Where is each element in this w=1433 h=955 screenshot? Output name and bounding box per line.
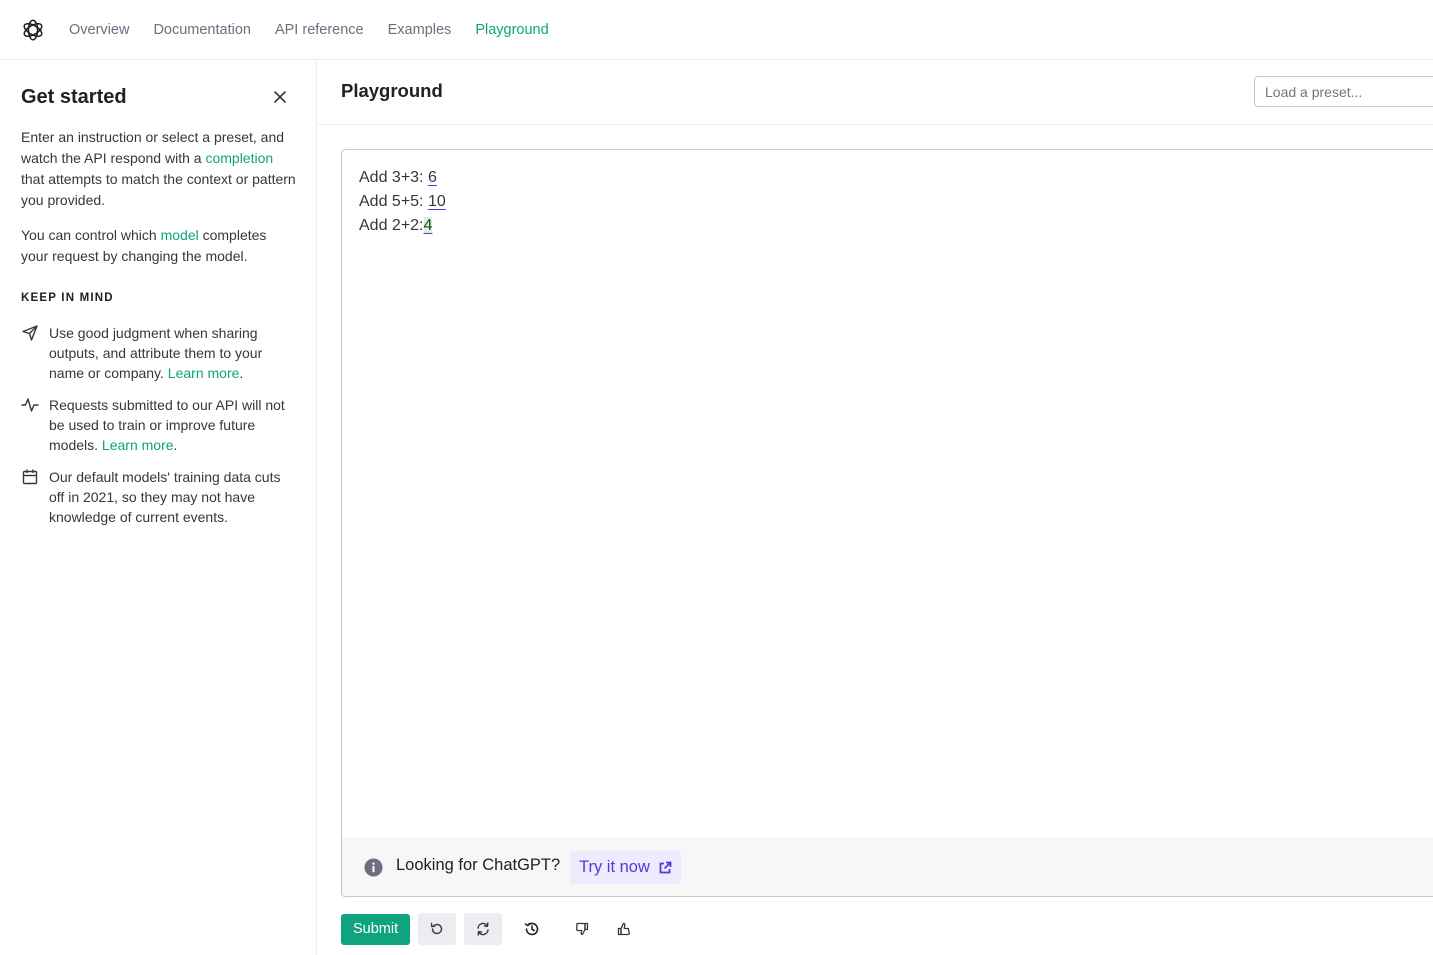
completion-token[interactable]: 6 — [428, 169, 437, 186]
keep-in-mind-heading: KEEP IN MIND — [21, 292, 114, 304]
external-link-icon — [659, 861, 672, 873]
thumbs-down-button[interactable] — [566, 913, 598, 945]
completion-link[interactable]: completion — [205, 150, 273, 166]
openai-logo-icon[interactable] — [20, 17, 46, 43]
prompt-text: Add 3+3: — [359, 169, 428, 186]
banner-text: Looking for ChatGPT? — [396, 856, 561, 874]
prompt-editor[interactable]: Add 3+3: 6 Add 5+5: 10 Add 2+2:4 Looking… — [341, 149, 1433, 897]
learn-more-link[interactable]: Learn more — [102, 437, 174, 453]
keep-item-privacy: Requests submitted to our API will not b… — [21, 395, 301, 455]
keep-item-training-data: Our default models' training data cuts o… — [21, 467, 301, 527]
thumbs-up-icon — [617, 922, 631, 936]
prompt-text: Add 2+2: — [359, 217, 424, 234]
editor-text[interactable]: Add 3+3: 6 Add 5+5: 10 Add 2+2:4 — [359, 166, 446, 238]
editor-line: Add 5+5: 10 — [359, 190, 446, 214]
info-icon — [364, 858, 383, 877]
keep-suffix: . — [239, 365, 244, 381]
main-header: Playground — [317, 60, 1433, 125]
keep-item-judgment: Use good judgment when sharing outputs, … — [21, 323, 301, 383]
undo-button[interactable] — [418, 913, 457, 945]
intro-paragraph: Enter an instruction or select a preset,… — [21, 127, 296, 211]
nav-api-reference[interactable]: API reference — [275, 22, 364, 38]
keep-item-text: Use good judgment when sharing outputs, … — [49, 323, 294, 383]
thumbs-down-icon — [576, 922, 589, 936]
nav-links: Overview Documentation API reference Exa… — [69, 0, 549, 59]
editor-line: Add 3+3: 6 — [359, 166, 446, 190]
nav-examples[interactable]: Examples — [388, 22, 452, 38]
intro-text-2: that attempts to match the context or pa… — [21, 171, 296, 208]
chatgpt-banner: Looking for ChatGPT? Try it now — [342, 837, 1433, 896]
prompt-text: Add 5+5: — [359, 193, 428, 210]
keep-item-text: Our default models' training data cuts o… — [49, 467, 294, 527]
nav-playground[interactable]: Playground — [475, 22, 548, 38]
regenerate-icon — [477, 922, 489, 936]
editor-line: Add 2+2:4 — [359, 214, 446, 238]
playground-main: Playground Add 3+3: 6 Add 5+5: 10 Add 2+… — [317, 60, 1433, 955]
model-text-1: You can control which — [21, 227, 161, 243]
top-nav: Overview Documentation API reference Exa… — [0, 0, 1433, 60]
keep-suffix: . — [173, 437, 178, 453]
model-paragraph: You can control which model completes yo… — [21, 225, 296, 267]
load-preset-select[interactable] — [1254, 76, 1433, 107]
completion-token-highlighted[interactable]: 4 — [423, 217, 433, 234]
page-title: Playground — [341, 80, 443, 101]
calendar-icon — [22, 469, 38, 485]
undo-icon — [430, 922, 443, 935]
regenerate-button[interactable] — [464, 913, 503, 945]
thumbs-up-button[interactable] — [608, 913, 640, 945]
send-icon — [22, 325, 38, 341]
submit-button[interactable]: Submit — [341, 913, 411, 945]
completion-token[interactable]: 10 — [428, 193, 446, 210]
keep-item-text: Requests submitted to our API will not b… — [49, 395, 294, 455]
nav-documentation[interactable]: Documentation — [153, 22, 251, 38]
keep-text: Our default models' training data cuts o… — [49, 469, 281, 525]
close-icon[interactable] — [270, 87, 290, 107]
nav-overview[interactable]: Overview — [69, 22, 129, 38]
history-button[interactable] — [516, 913, 548, 945]
model-link[interactable]: model — [161, 227, 199, 243]
editor-toolbar: Submit — [341, 913, 640, 945]
get-started-sidebar: Get started Enter an instruction or sele… — [0, 60, 317, 955]
learn-more-link[interactable]: Learn more — [168, 365, 240, 381]
activity-icon — [21, 398, 39, 412]
try-it-now-label: Try it now — [579, 858, 650, 876]
try-it-now-button[interactable]: Try it now — [570, 851, 681, 884]
history-icon — [524, 922, 539, 936]
sidebar-title: Get started — [21, 86, 127, 108]
